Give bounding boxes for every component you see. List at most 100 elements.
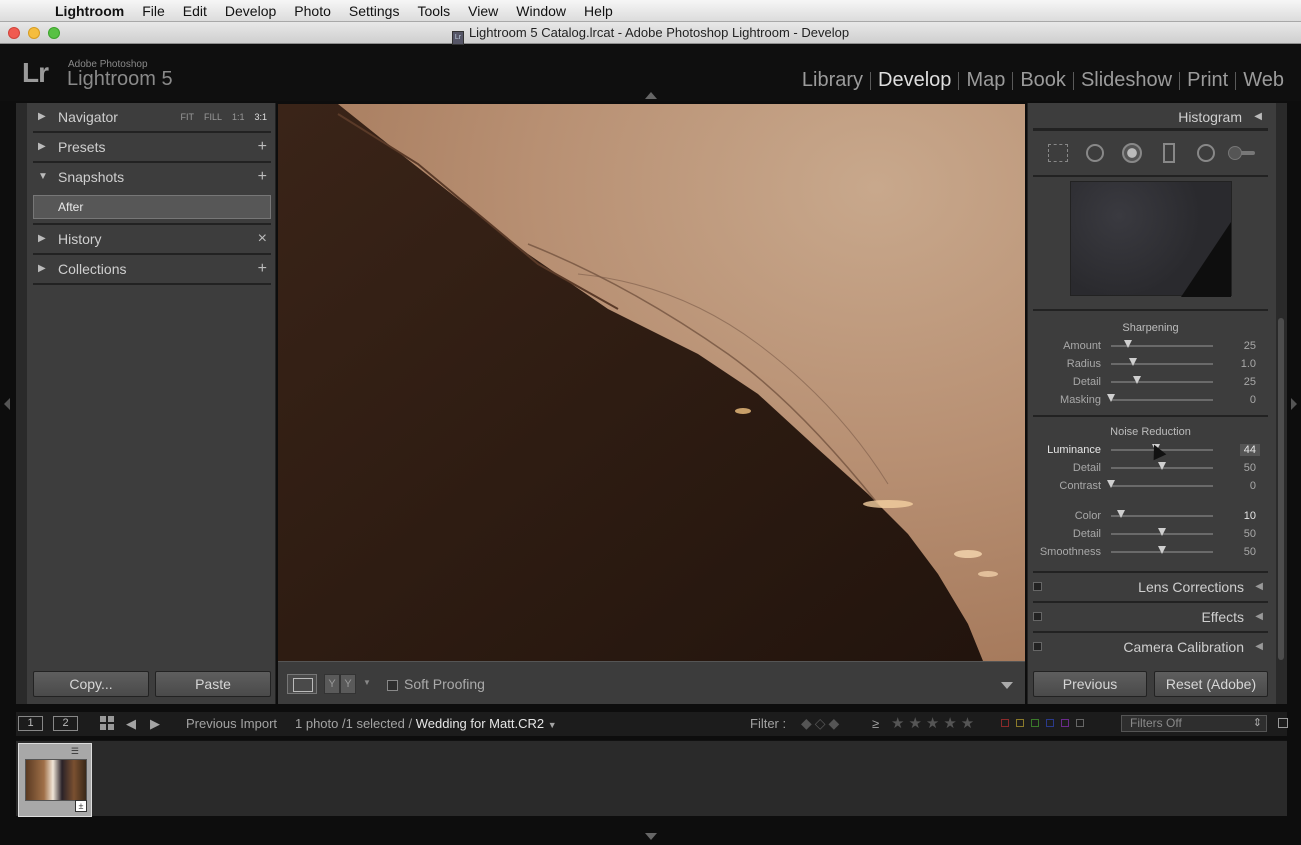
module-print[interactable]: Print: [1180, 69, 1235, 92]
menu-view[interactable]: View: [459, 3, 507, 19]
module-map[interactable]: Map: [959, 69, 1012, 92]
history-panel-header[interactable]: ▶ History ×: [33, 225, 271, 255]
color-label-swatch[interactable]: [1001, 719, 1009, 727]
filmstrip-thumbnail[interactable]: ☰ ±: [18, 743, 92, 817]
panel-toggle-switch[interactable]: [1033, 612, 1042, 621]
before-view-icon[interactable]: Y: [324, 674, 340, 694]
zoom-fit[interactable]: FIT: [180, 103, 194, 131]
close-window-button[interactable]: [8, 27, 20, 39]
menu-settings[interactable]: Settings: [340, 3, 409, 19]
slider-value[interactable]: 50: [1244, 546, 1256, 558]
red-eye-tool[interactable]: [1120, 141, 1144, 165]
slider-thumb-icon[interactable]: [1129, 358, 1138, 366]
clear-history-button[interactable]: ×: [258, 225, 267, 253]
slider-value[interactable]: 50: [1244, 528, 1256, 540]
histogram-panel-header[interactable]: Histogram ◀: [1033, 103, 1268, 131]
add-collection-button[interactable]: +: [258, 255, 267, 283]
slider-value[interactable]: 44: [1239, 444, 1260, 456]
collections-panel-header[interactable]: ▶ Collections +: [33, 255, 271, 285]
menu-file[interactable]: File: [133, 3, 174, 19]
add-snapshot-button[interactable]: +: [258, 163, 267, 191]
primary-window-button[interactable]: 1: [18, 716, 43, 731]
spot-removal-tool[interactable]: [1083, 141, 1107, 165]
slider-radius[interactable]: Radius 1.0: [1033, 355, 1268, 373]
filter-lock-icon[interactable]: [1278, 718, 1288, 728]
menu-photo[interactable]: Photo: [285, 3, 340, 19]
panel-toggle-switch[interactable]: [1033, 642, 1042, 651]
slider-detail[interactable]: Detail 50: [1033, 525, 1268, 543]
filename-dropdown-icon[interactable]: ▼: [548, 720, 557, 730]
color-label-swatch[interactable]: [1031, 719, 1039, 727]
module-develop[interactable]: Develop: [871, 69, 958, 92]
menu-help[interactable]: Help: [575, 3, 622, 19]
before-after-dropdown-icon[interactable]: ▼: [363, 678, 371, 687]
color-label-swatch[interactable]: [1046, 719, 1054, 727]
slider-track[interactable]: [1111, 399, 1213, 401]
soft-proofing-checkbox[interactable]: [387, 680, 398, 691]
crop-tool[interactable]: [1046, 141, 1070, 165]
star-rating-filter[interactable]: ★★★★★: [891, 714, 978, 732]
snapshots-panel-header[interactable]: ▼ Snapshots +: [33, 163, 271, 193]
slider-thumb-icon[interactable]: [1107, 394, 1115, 402]
copy-settings-button[interactable]: Copy...: [33, 671, 149, 697]
module-library[interactable]: Library: [795, 69, 870, 92]
panel-toggle-switch[interactable]: [1033, 582, 1042, 591]
collapse-right-panel-icon[interactable]: [1291, 398, 1297, 410]
menu-tools[interactable]: Tools: [408, 3, 459, 19]
zoom-fill[interactable]: FILL: [204, 103, 222, 131]
menu-develop[interactable]: Develop: [216, 3, 285, 19]
slider-track[interactable]: [1111, 485, 1213, 487]
filter-preset-select[interactable]: Filters Off: [1121, 715, 1267, 732]
zoom-window-button[interactable]: [48, 27, 60, 39]
zoom-1-1[interactable]: 1:1: [232, 103, 245, 131]
rating-operator[interactable]: ≥: [872, 716, 879, 731]
slider-value[interactable]: 50: [1244, 462, 1256, 474]
menu-edit[interactable]: Edit: [174, 3, 216, 19]
before-after-toggle[interactable]: Y Y: [324, 674, 356, 694]
slider-value[interactable]: 1.0: [1241, 358, 1256, 370]
radial-filter-tool[interactable]: [1194, 141, 1218, 165]
color-label-swatch[interactable]: [1061, 719, 1069, 727]
nav-back-icon[interactable]: ◀: [126, 716, 136, 732]
graduated-filter-tool[interactable]: [1157, 141, 1181, 165]
slider-detail[interactable]: Detail 50: [1033, 459, 1268, 477]
flag-filter-icons[interactable]: ◆◇◆: [801, 715, 842, 732]
slider-value[interactable]: 25: [1244, 340, 1256, 352]
color-label-swatch[interactable]: [1016, 719, 1024, 727]
presets-panel-header[interactable]: ▶ Presets +: [33, 133, 271, 163]
previous-button[interactable]: Previous: [1033, 671, 1147, 697]
minimize-window-button[interactable]: [28, 27, 40, 39]
slider-thumb-icon[interactable]: [1158, 546, 1166, 554]
filename-label[interactable]: Wedding for Matt.CR2: [416, 716, 544, 731]
secondary-window-button[interactable]: 2: [53, 716, 78, 731]
slider-value[interactable]: 0: [1250, 394, 1256, 406]
slider-track[interactable]: [1111, 363, 1213, 365]
slider-thumb-icon[interactable]: [1124, 340, 1133, 348]
menu-window[interactable]: Window: [507, 3, 575, 19]
color-label-swatch[interactable]: [1076, 719, 1084, 727]
slider-masking[interactable]: Masking 0: [1033, 391, 1268, 409]
collapse-left-panel-icon[interactable]: [4, 398, 10, 410]
slider-color[interactable]: Color 10: [1033, 507, 1268, 525]
detail-zoom-preview[interactable]: [1070, 181, 1232, 297]
toolbar-menu-icon[interactable]: [1001, 682, 1013, 689]
after-view-icon[interactable]: Y: [340, 674, 356, 694]
adjustment-brush-tool[interactable]: [1228, 141, 1256, 165]
camera-calibration-panel-header[interactable]: Camera Calibration ◀: [1033, 631, 1268, 661]
slider-thumb-icon[interactable]: [1107, 480, 1115, 488]
zoom-3-1[interactable]: 3:1: [254, 103, 267, 131]
slider-detail[interactable]: Detail 25: [1033, 373, 1268, 391]
add-preset-button[interactable]: +: [258, 133, 267, 161]
paste-settings-button[interactable]: Paste: [155, 671, 271, 697]
source-label[interactable]: Previous Import: [186, 716, 277, 731]
slider-smoothness[interactable]: Smoothness 50: [1033, 543, 1268, 561]
slider-value[interactable]: 10: [1244, 510, 1256, 522]
slider-amount[interactable]: Amount 25: [1033, 337, 1268, 355]
reset-button[interactable]: Reset (Adobe): [1154, 671, 1268, 697]
slider-thumb-icon[interactable]: [1132, 376, 1141, 384]
lens-corrections-panel-header[interactable]: Lens Corrections ◀: [1033, 571, 1268, 601]
navigator-panel-header[interactable]: ▶ Navigator FIT FILL 1:1 3:1: [33, 103, 271, 133]
collapse-bottom-panel-icon[interactable]: [645, 833, 657, 840]
slider-value[interactable]: 0: [1250, 480, 1256, 492]
slider-track[interactable]: [1111, 515, 1213, 517]
